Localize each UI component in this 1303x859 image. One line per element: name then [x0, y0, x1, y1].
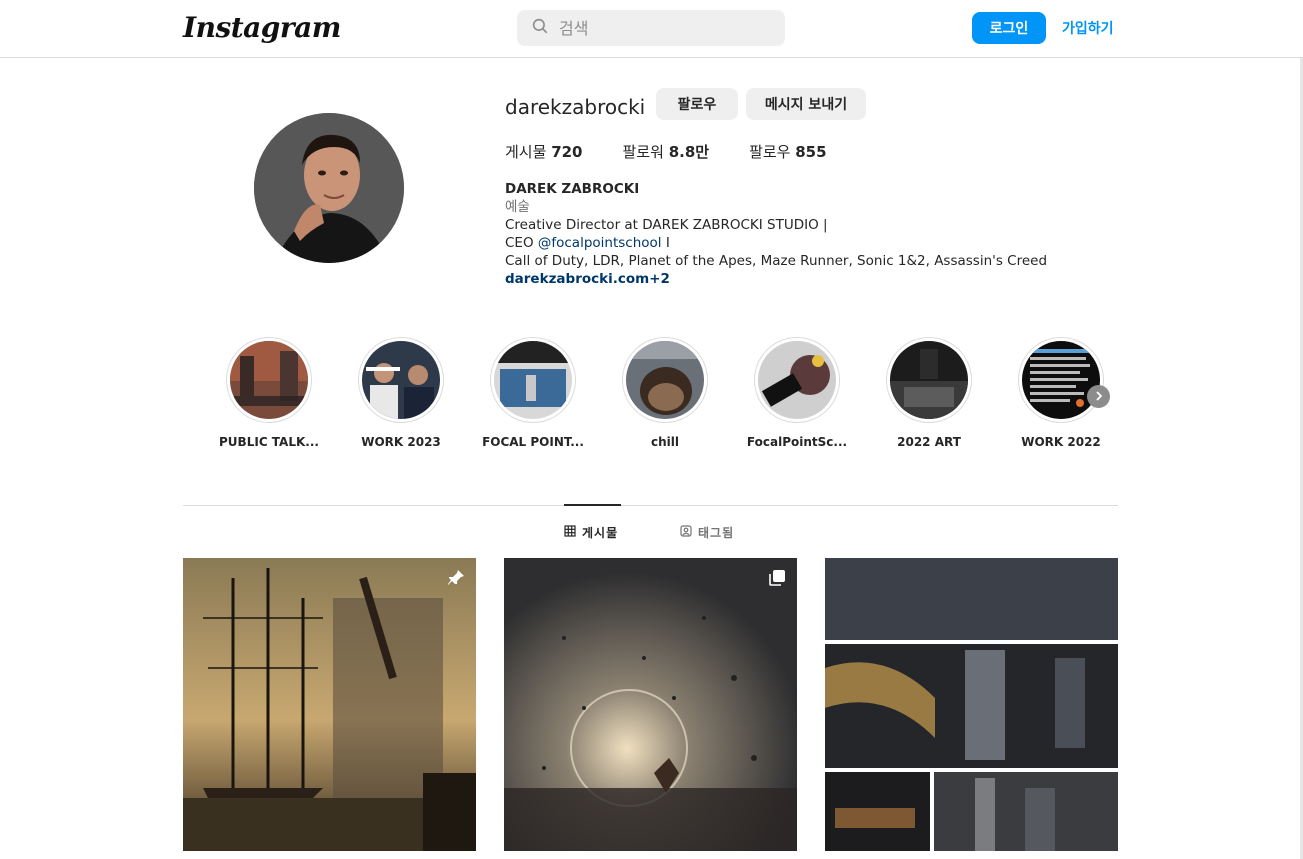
stat-value: 720: [551, 143, 583, 161]
search-input[interactable]: [559, 18, 759, 38]
highlight-thumbnail: [1022, 341, 1100, 419]
story-highlight[interactable]: FocalPointSc...: [731, 337, 863, 449]
send-message-button[interactable]: 메시지 보내기: [746, 88, 866, 120]
tab-tagged[interactable]: 태그됨: [680, 524, 734, 541]
highlight-label: PUBLIC TALK...: [219, 435, 319, 449]
highlight-ring: [226, 337, 312, 423]
stat-value: 8.8만: [668, 143, 710, 161]
story-highlight[interactable]: 2022 ART: [863, 337, 995, 449]
stat-value: 855: [795, 143, 827, 161]
chevron-right-icon: [1094, 388, 1104, 406]
tag-icon: [680, 525, 698, 540]
search-icon: [531, 17, 549, 40]
highlight-label: FOCAL POINT...: [482, 435, 584, 449]
bio-text: CEO: [505, 235, 538, 251]
highlight-thumbnail: [230, 341, 308, 419]
highlight-thumbnail: [362, 341, 440, 419]
highlight-ring: [754, 337, 840, 423]
profile-category: 예술: [505, 199, 530, 215]
instagram-logo[interactable]: Instagram: [183, 11, 341, 44]
tab-label: 게시물: [582, 526, 619, 540]
highlight-label: FocalPointSc...: [746, 435, 848, 449]
tab-label: 태그됨: [698, 526, 735, 540]
grid-icon: [564, 525, 582, 540]
stat-label: 팔로우: [749, 143, 791, 161]
story-highlight[interactable]: chill: [599, 337, 731, 449]
story-highlight[interactable]: WORK 2023: [335, 337, 467, 449]
profile-stats: 게시물 720 팔로워 8.8만 팔로우 855: [505, 141, 867, 162]
stat-label: 게시물: [505, 143, 547, 161]
highlight-label: chill: [651, 435, 679, 449]
stat-label: 팔로워: [622, 143, 664, 161]
highlight-thumbnail: [626, 341, 704, 419]
carousel-icon: [767, 568, 787, 588]
followers-count[interactable]: 팔로워 8.8만: [623, 141, 710, 162]
bio-line: Call of Duty, LDR, Planet of the Apes, M…: [505, 253, 1048, 269]
profile-username: darekzabrocki: [505, 95, 646, 119]
profile-bio: DAREK ZABROCKI 예술 Creative Director at D…: [505, 180, 1047, 288]
follow-button[interactable]: 팔로우: [656, 88, 738, 120]
post-thumbnail[interactable]: [825, 558, 1118, 851]
highlight-label: 2022 ART: [897, 435, 961, 449]
tabs-divider: [183, 505, 1118, 506]
active-tab-indicator: [564, 504, 621, 506]
highlight-thumbnail: [758, 341, 836, 419]
signup-link[interactable]: 가입하기: [1062, 18, 1114, 38]
highlight-ring: [886, 337, 972, 423]
bio-line: Creative Director at DAREK ZABROCKI STUD…: [505, 217, 828, 233]
highlight-ring: [1018, 337, 1104, 423]
profile-website-link[interactable]: darekzabrocki.com+2: [505, 270, 1047, 288]
tab-posts[interactable]: 게시물: [564, 524, 618, 541]
following-count[interactable]: 팔로우 855: [749, 141, 827, 162]
highlight-label: WORK 2022: [1021, 435, 1101, 449]
posts-count: 게시물 720: [505, 141, 583, 162]
pin-icon: [446, 568, 466, 588]
highlight-thumbnail: [494, 341, 572, 419]
post-thumbnail[interactable]: [183, 558, 476, 851]
profile-avatar[interactable]: [254, 113, 404, 263]
post-thumbnail[interactable]: [504, 558, 797, 851]
highlight-ring: [490, 337, 576, 423]
login-button[interactable]: 로그인: [972, 12, 1046, 44]
highlight-ring: [358, 337, 444, 423]
bio-text: I: [661, 235, 670, 251]
bio-mention-link[interactable]: @focalpointschool: [538, 235, 662, 251]
story-highlight[interactable]: PUBLIC TALK...: [203, 337, 335, 449]
top-navigation-bar: Instagram 로그인 가입하기: [0, 0, 1303, 58]
profile-full-name: DAREK ZABROCKI: [505, 181, 640, 197]
story-highlight[interactable]: FOCAL POINT...: [467, 337, 599, 449]
highlights-next-button[interactable]: [1087, 385, 1110, 408]
highlight-ring: [622, 337, 708, 423]
highlight-label: WORK 2023: [361, 435, 441, 449]
search-box[interactable]: [517, 10, 785, 46]
bio-line: CEO @focalpointschool I: [505, 234, 1047, 252]
highlight-thumbnail: [890, 341, 968, 419]
